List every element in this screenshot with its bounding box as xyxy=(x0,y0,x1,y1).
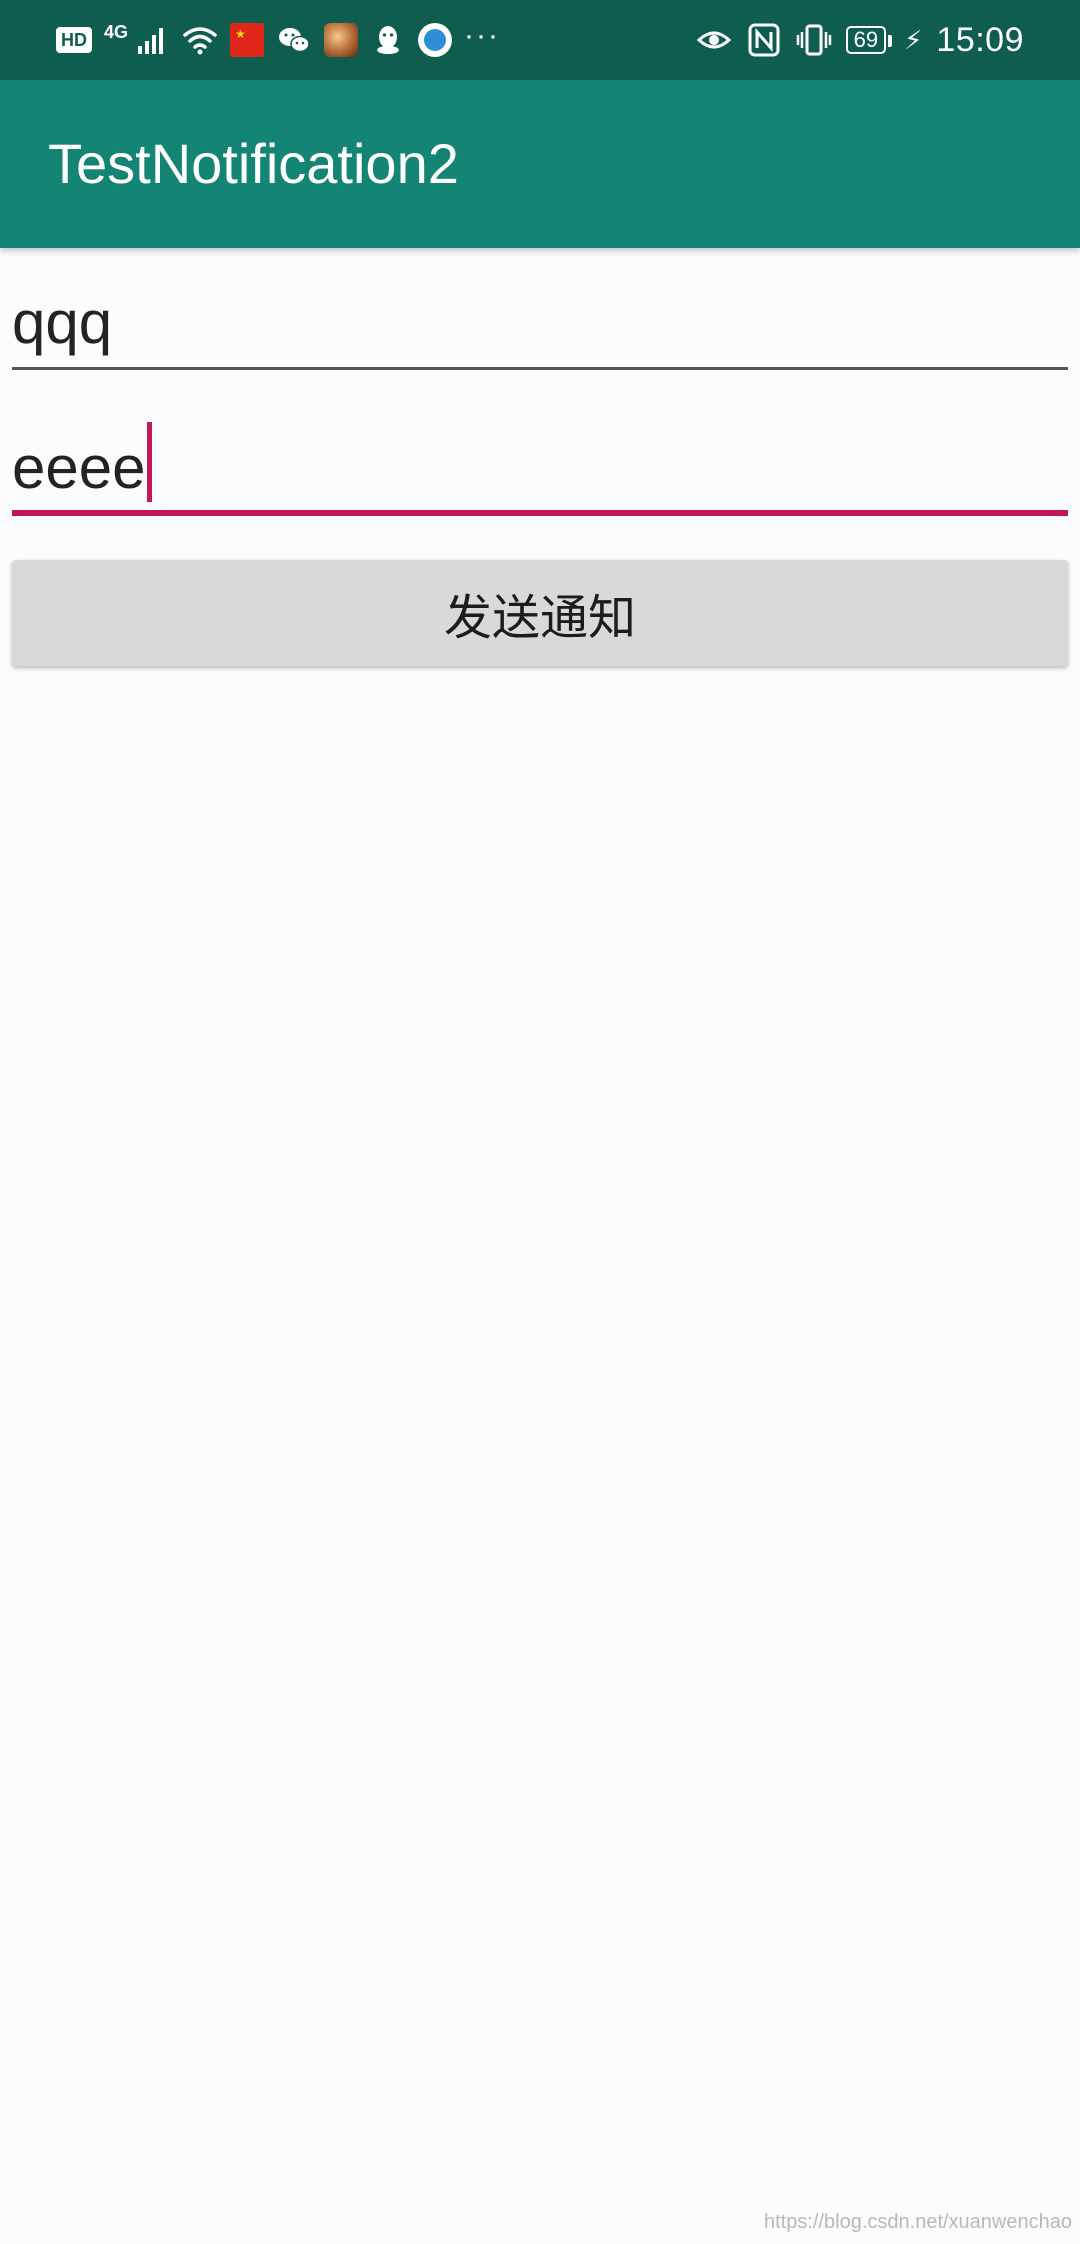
send-notification-button[interactable]: 发送通知 xyxy=(12,560,1068,666)
watermark: https://blog.csdn.net/xuanwenchao xyxy=(764,2211,1072,2233)
app-bar: TestNotification2 xyxy=(0,80,1080,248)
content-input-underline xyxy=(12,510,1068,516)
app-title: TestNotification2 xyxy=(48,132,459,195)
battery-icon: 69 xyxy=(845,26,893,54)
vibrate-icon xyxy=(796,24,831,56)
network-type: 4G xyxy=(104,22,129,42)
browser-icon xyxy=(418,23,453,57)
title-input-text[interactable]: qqq xyxy=(12,290,112,356)
status-bar-right: 69 ⚡ 15:09 xyxy=(696,0,1024,80)
wifi-icon xyxy=(183,27,217,55)
content-input-text[interactable]: eeee xyxy=(12,434,145,501)
content-input-value-wrapper[interactable]: eeee xyxy=(12,422,153,502)
wechat-icon xyxy=(279,28,310,53)
status-bar-left: HD 4G ··· xyxy=(56,0,500,80)
eye-icon xyxy=(696,31,731,49)
status-bar: HD 4G ··· xyxy=(0,0,1080,80)
clock: 15:09 xyxy=(936,20,1024,59)
game-avatar-icon xyxy=(324,23,359,57)
nfc-icon xyxy=(748,23,780,57)
more-notifications-icon: ··· xyxy=(464,19,500,52)
text-cursor xyxy=(147,422,153,502)
signal-icon xyxy=(138,28,164,54)
title-input-underline xyxy=(12,367,1068,370)
qq-icon xyxy=(377,26,400,54)
title-input-field[interactable]: qqq xyxy=(12,280,1068,370)
content-input-field[interactable]: eeee xyxy=(12,422,1068,516)
send-notification-button-label: 发送通知 xyxy=(443,590,636,646)
charging-icon: ⚡ xyxy=(904,24,923,55)
flag-icon xyxy=(230,23,265,57)
hd-badge: HD xyxy=(56,27,92,53)
